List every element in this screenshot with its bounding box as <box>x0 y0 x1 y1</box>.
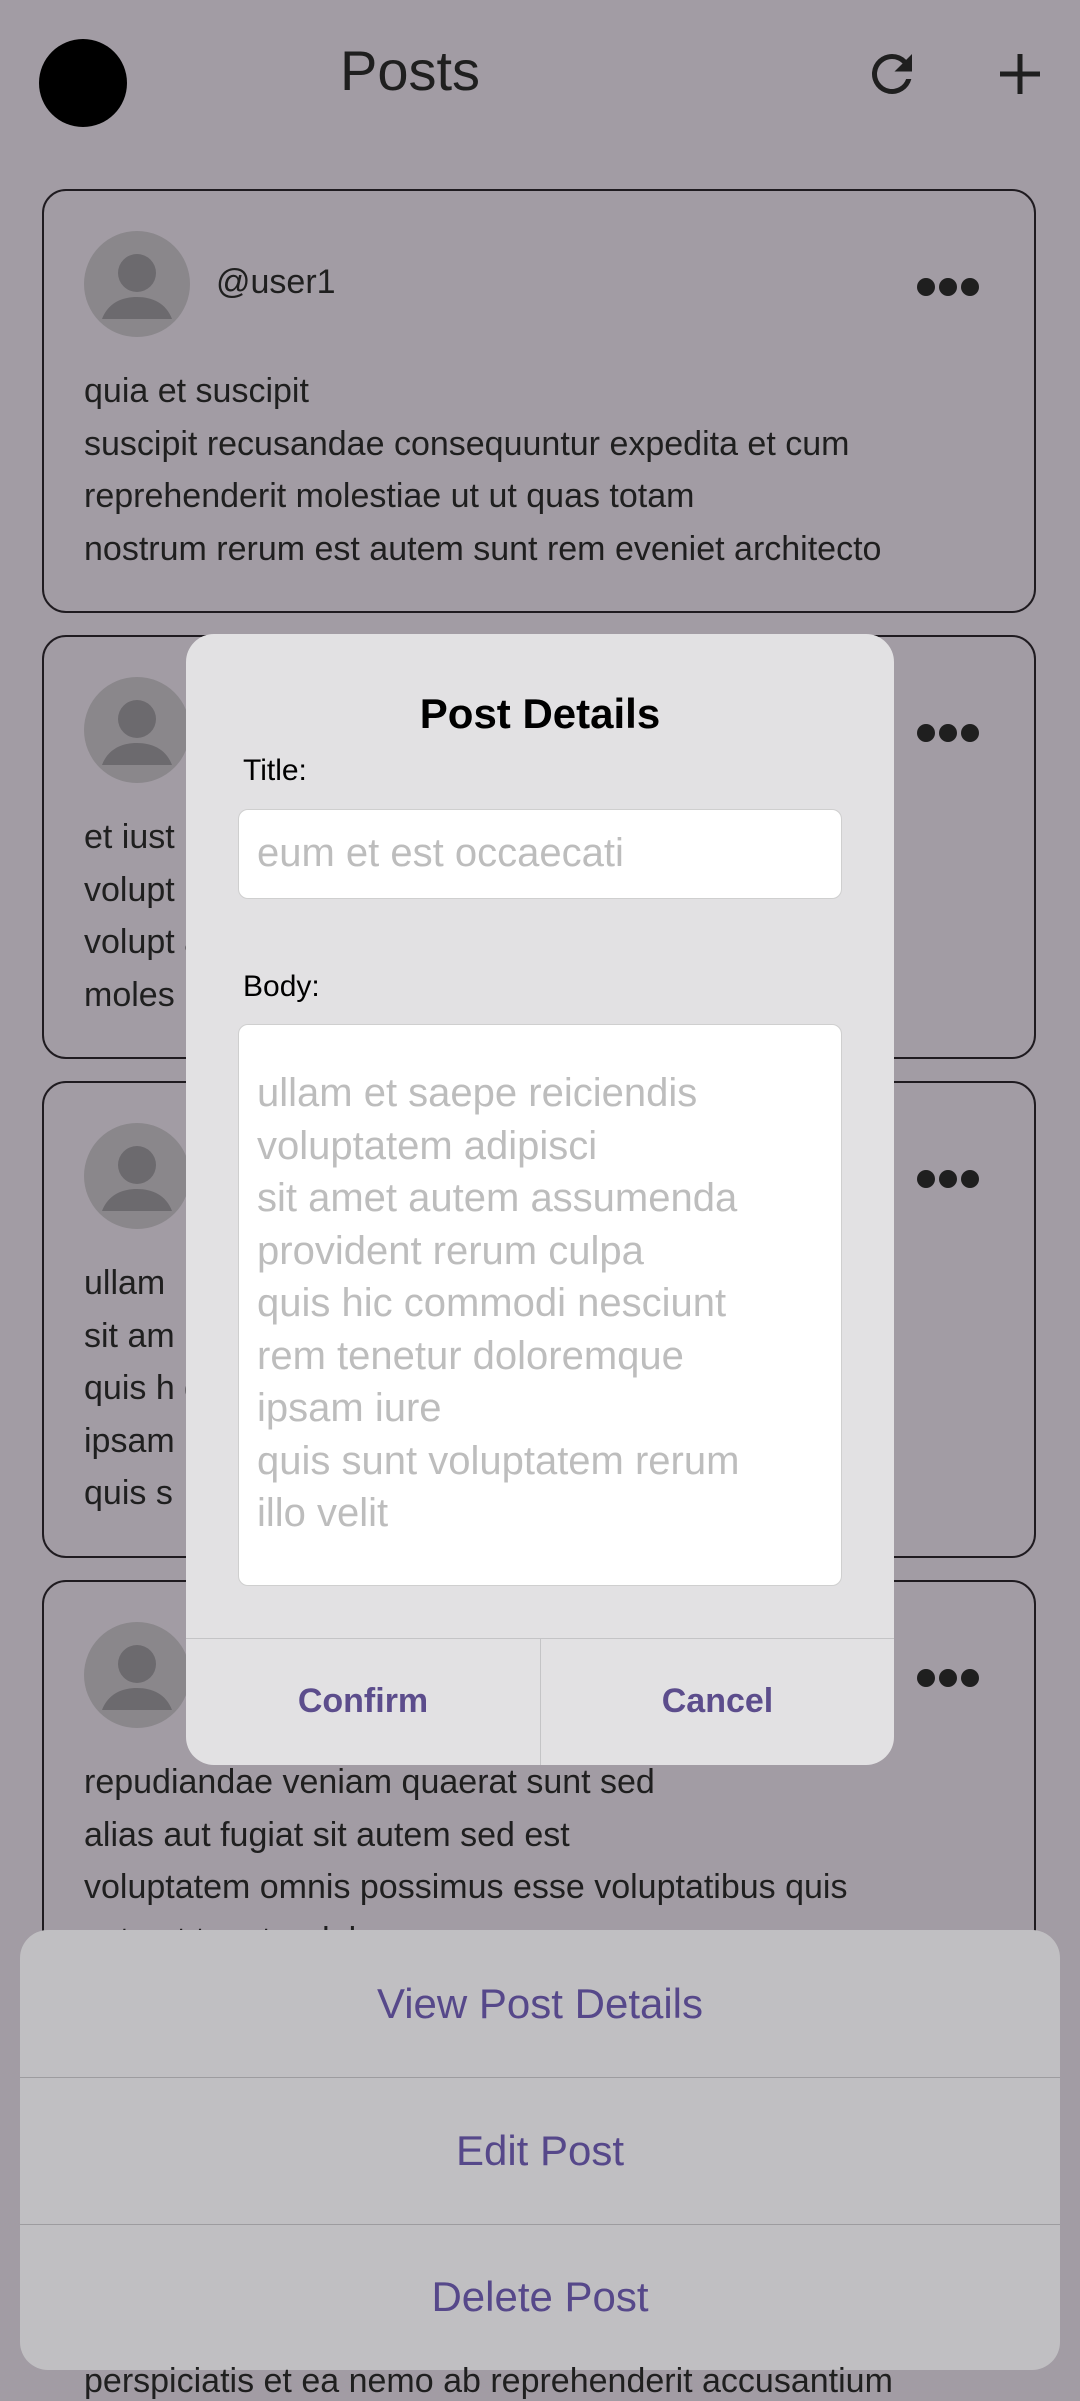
page-title: Posts <box>340 39 481 102</box>
title-field[interactable]: eum et est occaecati <box>238 809 842 899</box>
post-details-dialog: Post Details Title: eum et est occaecati… <box>186 634 894 1765</box>
cancel-button[interactable]: Cancel <box>541 1638 894 1765</box>
refresh-icon[interactable] <box>862 44 922 104</box>
confirm-button[interactable]: Confirm <box>186 1638 540 1765</box>
avatar-placeholder-icon <box>84 1622 190 1728</box>
post-action-sheet: View Post Details Edit Post Delete Post <box>20 1930 1060 2370</box>
post-body-partial: perspiciatis et ea nemo ab reprehenderit… <box>84 2362 893 2400</box>
more-horizontal-icon[interactable] <box>916 275 980 299</box>
body-field[interactable]: ullam et saepe reiciendis voluptatem adi… <box>238 1024 842 1586</box>
more-horizontal-icon[interactable] <box>916 721 980 745</box>
body-label: Body: <box>243 970 320 1003</box>
post-body: quia et suscipit suscipit recusandae con… <box>84 372 882 568</box>
avatar-placeholder-icon <box>84 1123 190 1229</box>
edit-post-button[interactable]: Edit Post <box>20 2077 1060 2224</box>
more-horizontal-icon[interactable] <box>916 1666 980 1690</box>
view-post-details-button[interactable]: View Post Details <box>20 1930 1060 2077</box>
avatar-placeholder-icon <box>84 231 190 337</box>
avatar-placeholder-icon <box>84 677 190 783</box>
profile-avatar[interactable] <box>39 39 127 127</box>
more-horizontal-icon[interactable] <box>916 1167 980 1191</box>
delete-post-button[interactable]: Delete Post <box>20 2223 1060 2370</box>
title-field-value: eum et est occaecati <box>257 831 624 875</box>
body-field-value: ullam et saepe reiciendis voluptatem adi… <box>257 1071 740 1535</box>
title-label: Title: <box>243 754 307 787</box>
post-card[interactable]: @user1 quia et suscipit suscipit recusan… <box>42 189 1036 613</box>
add-icon[interactable] <box>990 44 1050 104</box>
post-username: @user1 <box>216 263 336 301</box>
dialog-title: Post Details <box>419 690 661 737</box>
